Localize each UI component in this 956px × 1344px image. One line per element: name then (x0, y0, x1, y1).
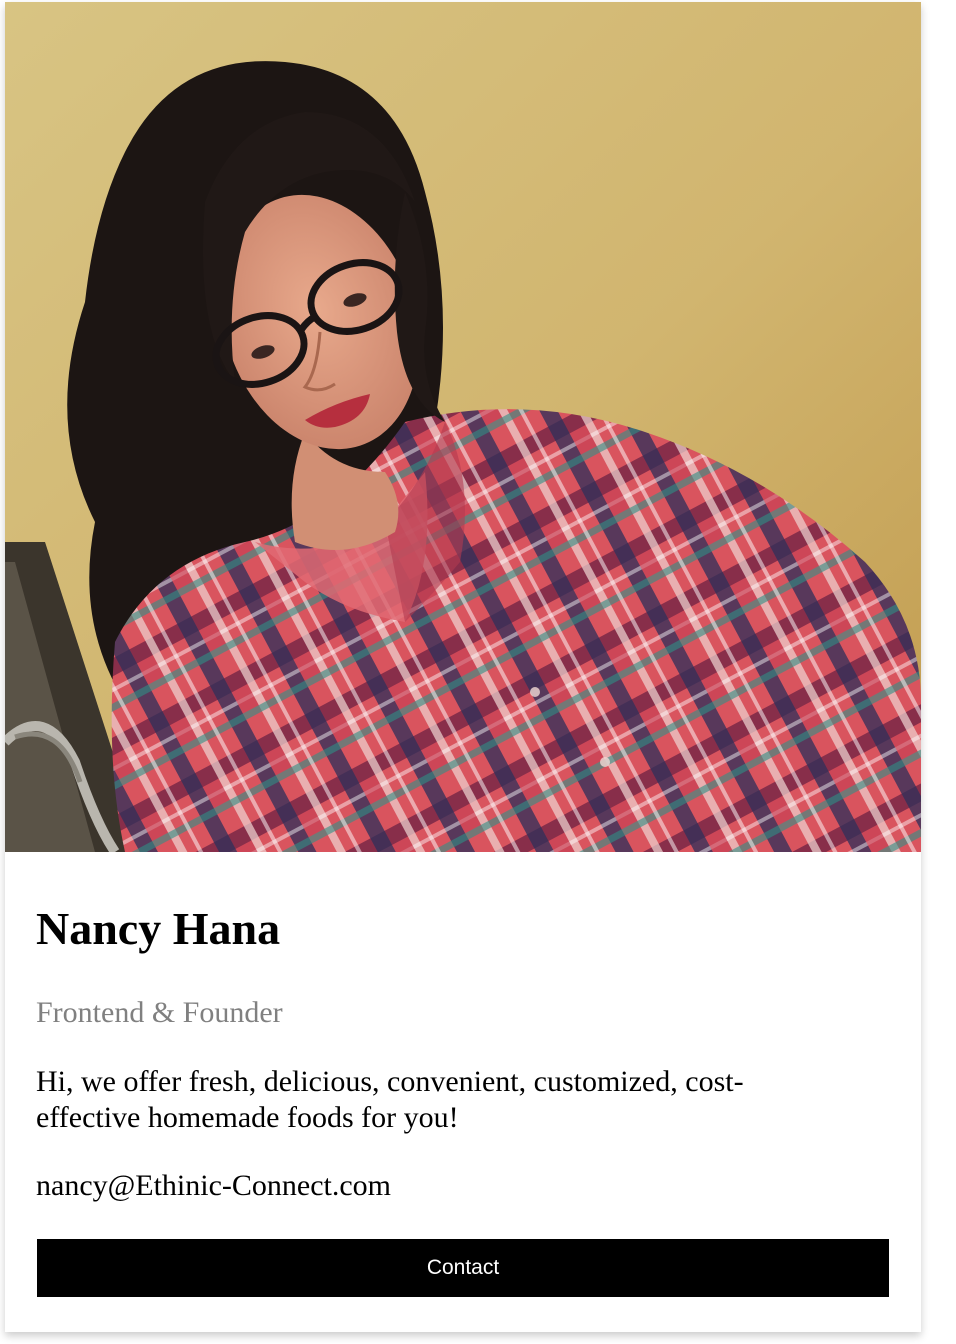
profile-email: nancy@Ethinic-Connect.com (36, 1169, 392, 1202)
profile-info: Nancy Hana Frontend & Founder Hi, we off… (5, 852, 921, 1332)
profile-card: Nancy Hana Frontend & Founder Hi, we off… (5, 2, 921, 1332)
profile-title: Frontend & Founder (36, 996, 283, 1029)
profile-description: Hi, we offer fresh, delicious, convenien… (36, 1065, 744, 1134)
profile-name: Nancy Hana (36, 903, 281, 954)
contact-button[interactable]: Contact (37, 1239, 889, 1297)
profile-photo (5, 2, 921, 852)
